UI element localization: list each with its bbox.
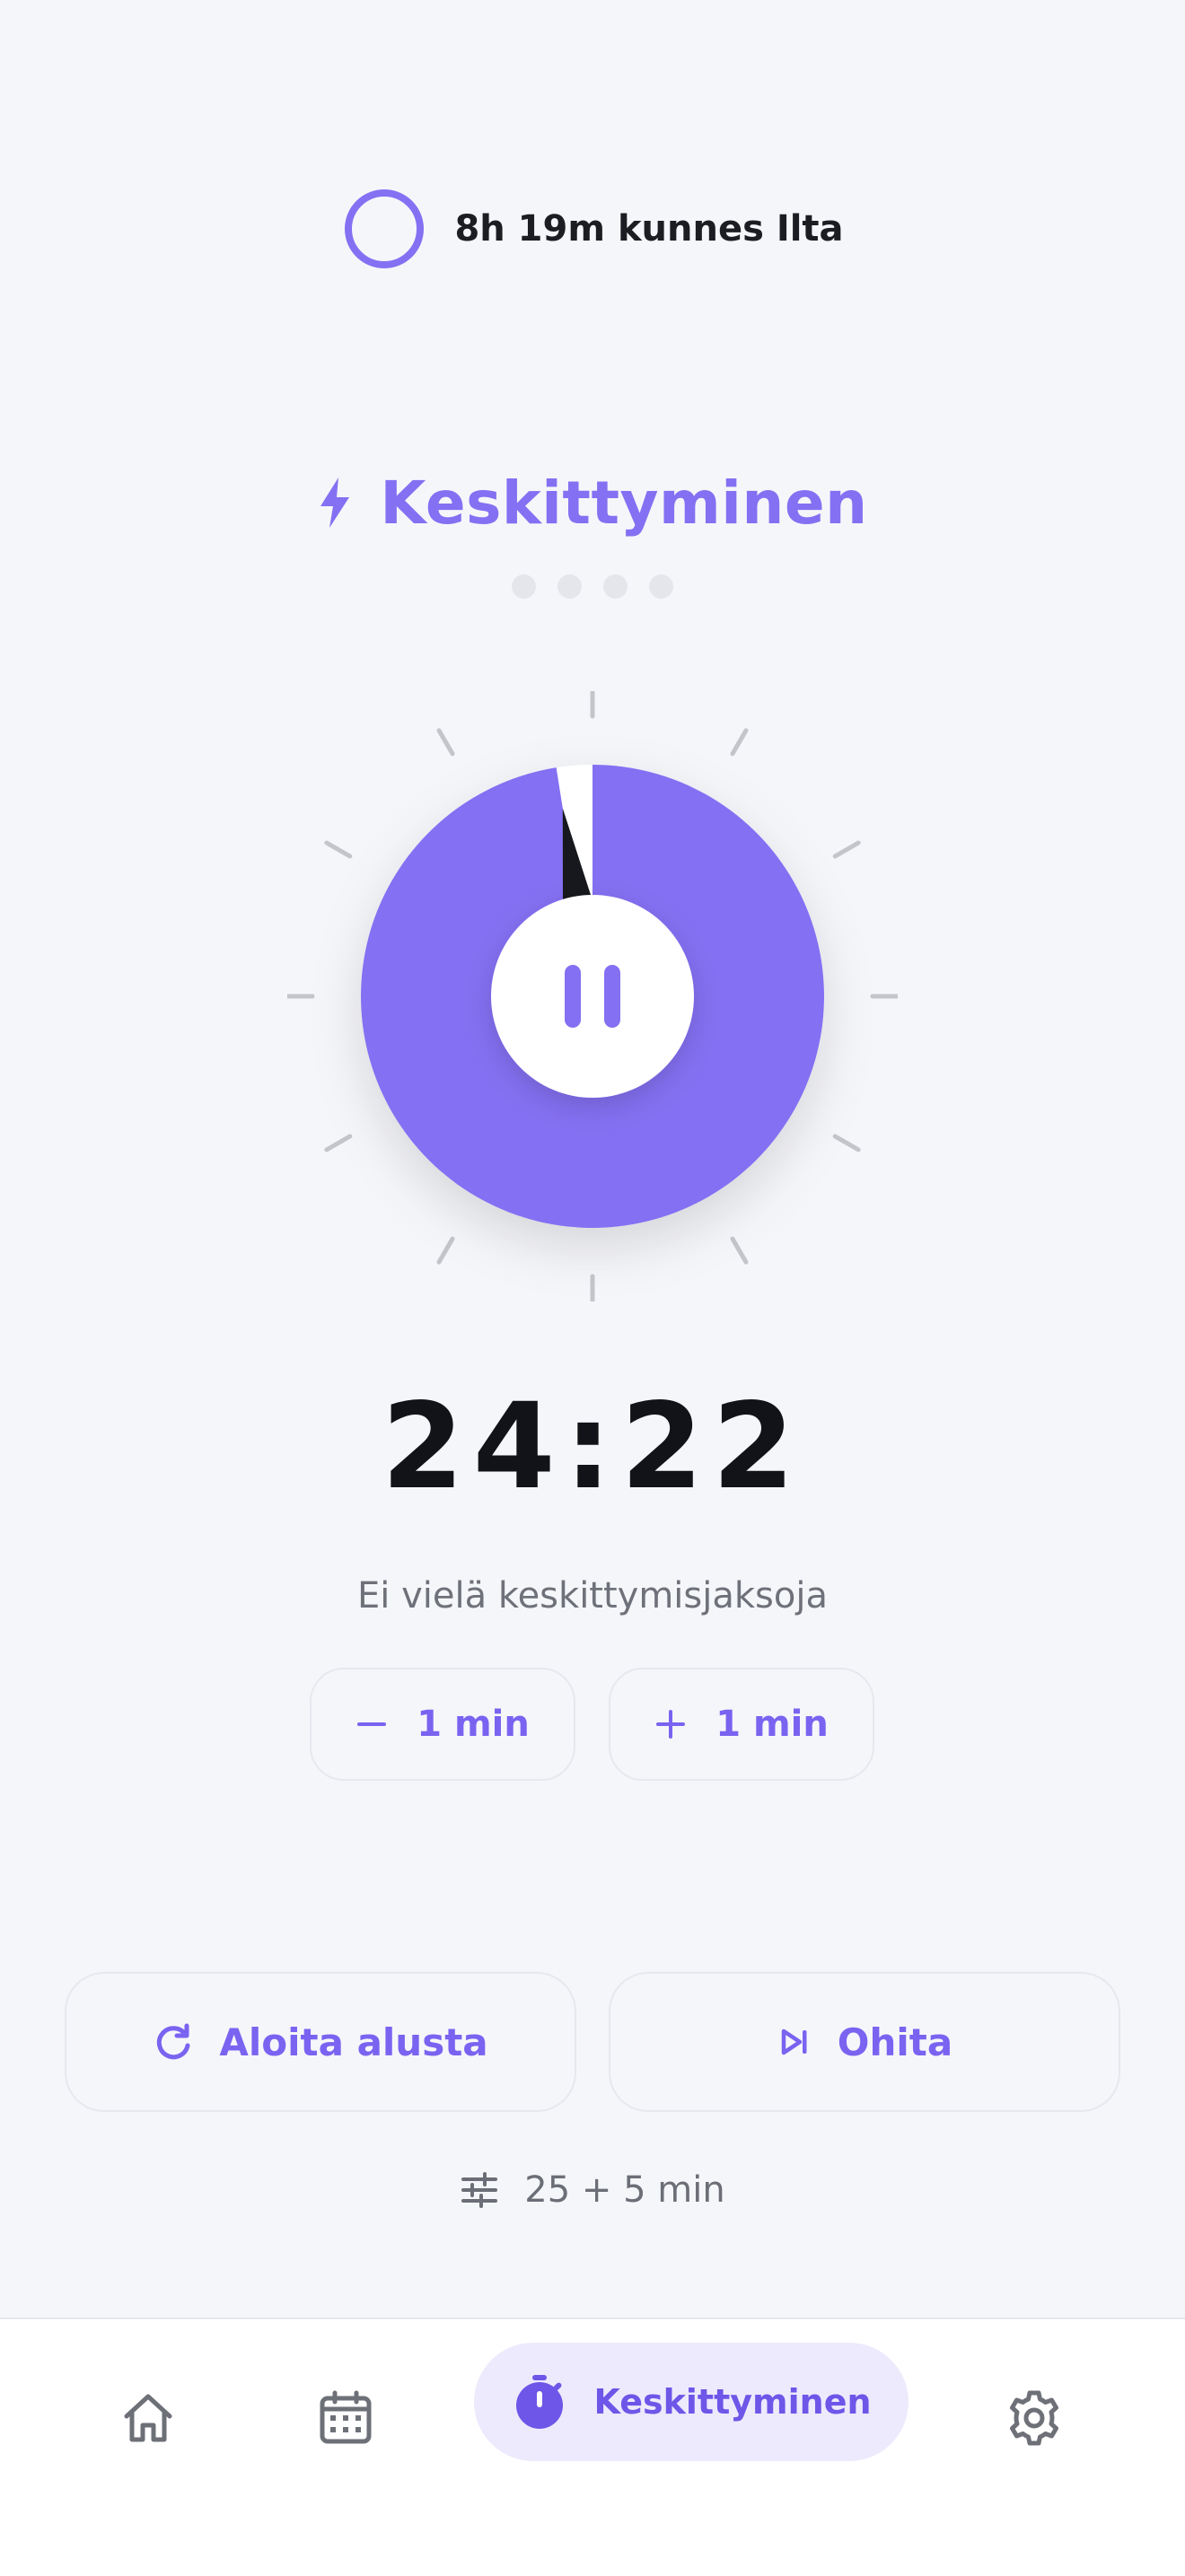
progress-ring-icon (345, 189, 425, 268)
session-dot (512, 574, 536, 599)
interval-preset-button[interactable]: 25 + 5 min (0, 2154, 1185, 2226)
skip-button[interactable]: Ohita (609, 1972, 1120, 2112)
sessions-info: Ei vielä keskittymisjaksoja (357, 1575, 828, 1617)
dial-tick (832, 1134, 861, 1152)
sliders-icon (461, 2172, 498, 2208)
plus-one-minute-button[interactable]: 1 min (609, 1668, 874, 1781)
skip-next-icon (781, 2028, 807, 2055)
nav-home[interactable] (103, 2373, 193, 2463)
status-text: 8h 19m kunnes Ilta (454, 208, 844, 250)
pause-button[interactable] (491, 895, 694, 1098)
nav-focus-label: Keskittyminen (593, 2382, 872, 2422)
calendar-icon (320, 2390, 372, 2444)
dial-tick (730, 728, 749, 757)
dial-tick (324, 840, 353, 859)
dial-tick (436, 728, 455, 757)
dial-tick (436, 1236, 455, 1265)
preset-label: 25 + 5 min (524, 2169, 725, 2211)
dial-tick (832, 840, 861, 859)
session-progress-dots (0, 574, 1185, 601)
restart-label: Aloita alusta (219, 2020, 488, 2064)
nav-focus-tab[interactable]: Keskittyminen (474, 2343, 908, 2461)
restart-button[interactable]: Aloita alusta (65, 1972, 576, 2112)
session-dot (603, 574, 628, 599)
bolt-icon (320, 478, 350, 528)
mode-title-row: Keskittyminen (0, 458, 1185, 548)
minus-icon (357, 1722, 387, 1726)
mode-title: Keskittyminen (380, 468, 868, 538)
nav-settings[interactable] (989, 2373, 1079, 2463)
session-dot (649, 574, 673, 599)
timer-readout: 24:22 (381, 1378, 804, 1516)
minus-one-minute-button[interactable]: 1 min (310, 1668, 575, 1781)
stopwatch-icon (516, 2375, 564, 2429)
session-dot (557, 574, 582, 599)
home-icon (124, 2394, 172, 2442)
skip-label: Ohita (837, 2020, 953, 2064)
dial-tick (324, 1134, 353, 1152)
nav-calendar[interactable] (301, 2373, 391, 2463)
time-until-evening-status: 8h 19m kunnes Ilta (0, 184, 1185, 274)
minus-label: 1 min (417, 1704, 530, 1745)
timer-dial (287, 691, 898, 1301)
restart-icon (157, 2023, 190, 2060)
bottom-navigation: Keskittyminen (0, 2318, 1185, 2576)
plus-label: 1 min (715, 1704, 829, 1745)
dial-tick (730, 1236, 749, 1265)
gear-icon (1010, 2390, 1058, 2446)
plus-icon (656, 1710, 686, 1739)
